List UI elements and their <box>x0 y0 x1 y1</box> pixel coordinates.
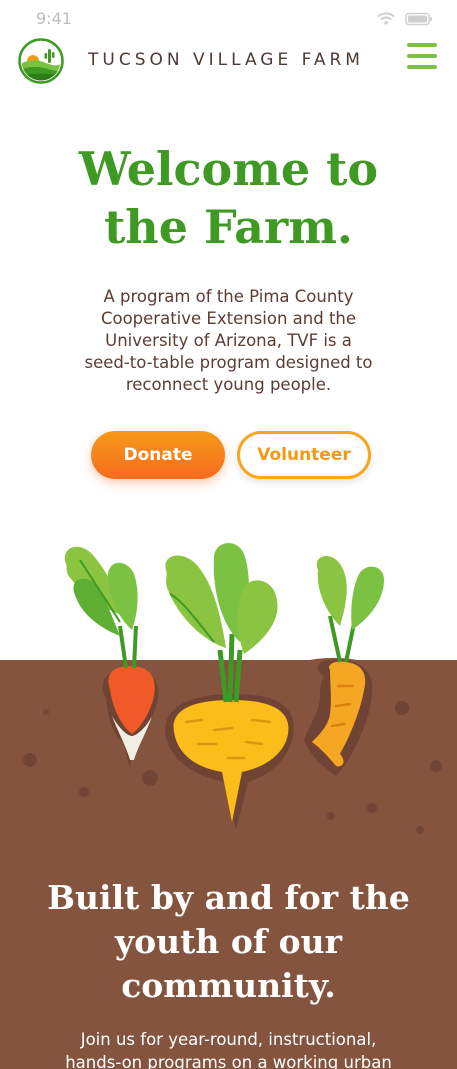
section-title-line: youth of our <box>115 922 342 961</box>
wifi-icon <box>377 12 395 25</box>
hero-title-line-1: Welcome to <box>78 142 379 196</box>
menu-line <box>407 54 437 58</box>
status-icons <box>377 12 433 26</box>
hero-description: A program of the Pima County Cooperative… <box>60 286 397 396</box>
farm-logo-icon[interactable] <box>18 38 64 84</box>
hero-title-line-2: the Farm. <box>104 200 353 254</box>
hero-description-line: reconnect young people. <box>125 375 332 394</box>
hero-description-line: Cooperative Extension and the <box>100 309 357 328</box>
hamburger-menu-icon[interactable] <box>407 43 437 75</box>
donate-button[interactable]: Donate <box>91 431 225 479</box>
section-description: Join us for year-round, instructional, h… <box>40 1028 417 1069</box>
site-header: TUCSON VILLAGE FARM <box>0 36 457 88</box>
section-title: Built by and for the youth of our commun… <box>0 876 457 1008</box>
battery-icon <box>405 12 432 26</box>
menu-line <box>407 43 437 47</box>
hero-title: Welcome to the Farm. <box>0 140 457 256</box>
section-title-line: Built by and for the <box>47 878 410 917</box>
vegetables-illustration <box>0 543 457 850</box>
hero-description-line: A program of the Pima County <box>103 287 354 306</box>
status-time: 9:41 <box>36 9 72 28</box>
section-description-line: Join us for year-round, instructional, <box>80 1030 377 1049</box>
section-description-line: hands-on programs on a working urban <box>65 1053 392 1069</box>
brand-name[interactable]: TUCSON VILLAGE FARM <box>88 50 364 70</box>
hero-description-line: seed-to-table program designed to <box>84 353 373 372</box>
menu-line <box>407 65 437 69</box>
status-bar: 9:41 <box>0 0 457 36</box>
hero-description-line: University of Arizona, TVF is a <box>105 331 352 350</box>
volunteer-button[interactable]: Volunteer <box>237 431 371 479</box>
section-title-line: community. <box>121 966 336 1005</box>
